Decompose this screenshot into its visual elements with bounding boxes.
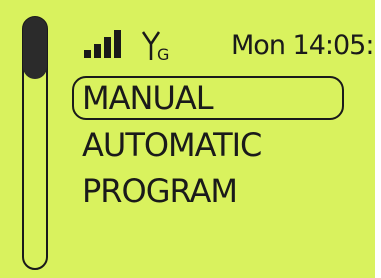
antenna-g-icon: G bbox=[141, 31, 169, 62]
lcd-screen: G Mon 14:05:58 MANUAL AUTOMATIC PROGRAM bbox=[0, 0, 375, 278]
signal-bars-icon bbox=[84, 30, 121, 58]
scrollbar-thumb[interactable] bbox=[23, 17, 47, 79]
clock: Mon 14:05:58 bbox=[231, 30, 375, 61]
menu-item-manual[interactable]: MANUAL bbox=[72, 76, 344, 120]
antenna-letter: G bbox=[157, 45, 169, 62]
menu-item-automatic[interactable]: AUTOMATIC bbox=[72, 122, 372, 168]
menu-item-program[interactable]: PROGRAM bbox=[72, 168, 372, 214]
main-menu: MANUAL AUTOMATIC PROGRAM bbox=[72, 76, 372, 214]
